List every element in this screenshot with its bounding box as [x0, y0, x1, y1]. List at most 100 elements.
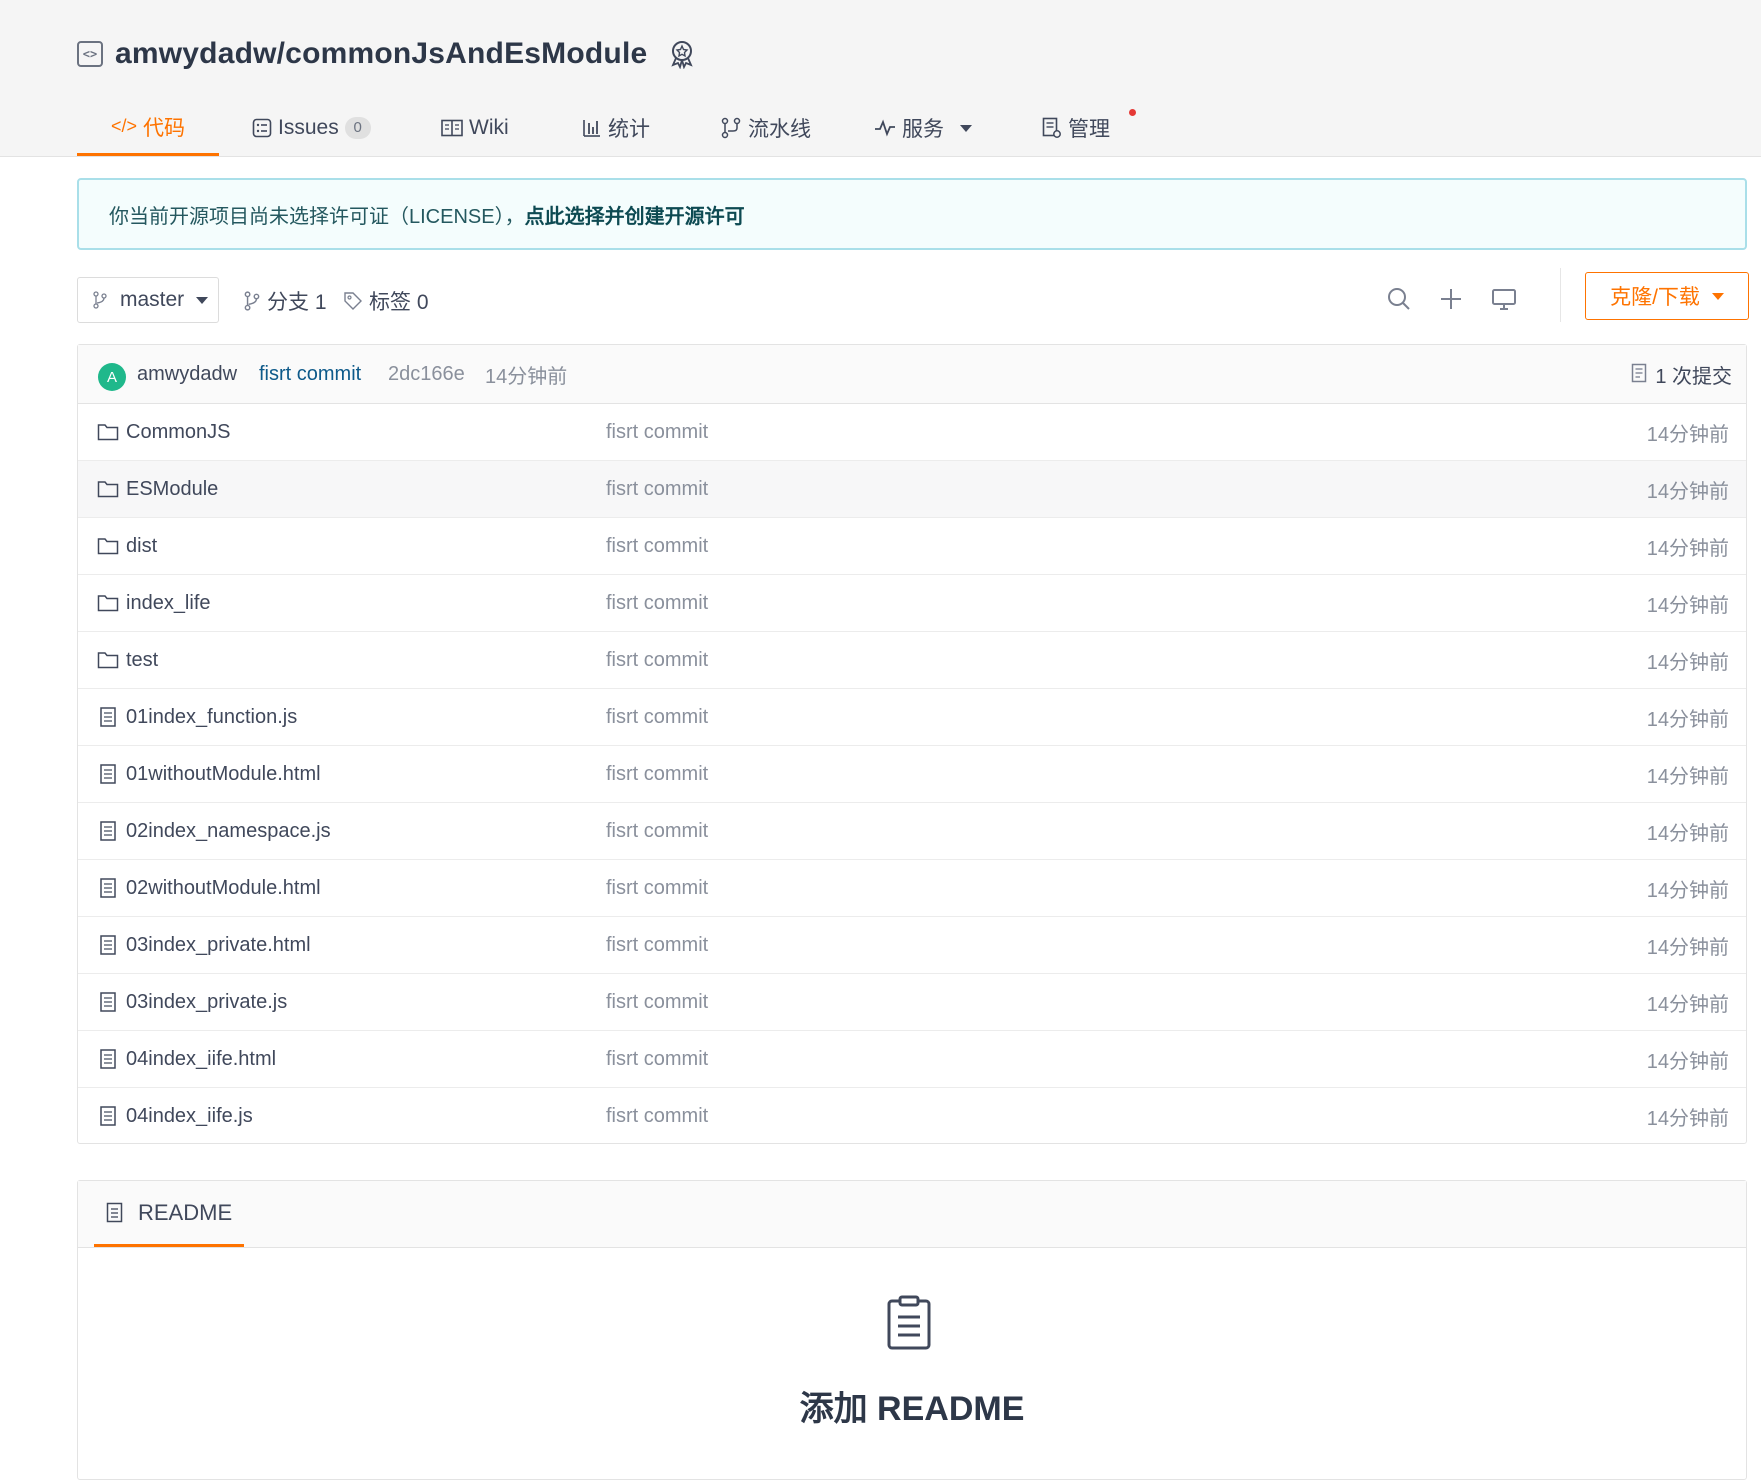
branches-link[interactable]: 分支 1 [243, 286, 327, 316]
file-list-panel: A amwydadw fisrt commit 2dc166e 14分钟前 1 … [77, 344, 1747, 1144]
search-icon[interactable] [1385, 285, 1413, 313]
create-license-link[interactable]: 点此选择并创建开源许可 [525, 200, 745, 229]
add-readme-link[interactable]: 添加 README [78, 1381, 1746, 1430]
file-commit-message-link[interactable]: fisrt commit [606, 1048, 708, 1071]
tab-label: 流水线 [748, 118, 811, 141]
file-name-link[interactable]: 03index_private.js [126, 991, 287, 1014]
repo-name-link[interactable]: amwydadw/commonJsAndEsModule [115, 37, 647, 71]
tab-pipeline[interactable]: 流水线 [720, 100, 811, 156]
repo-title: <> amwydadw/commonJsAndEsModule [77, 36, 697, 72]
tab-manage[interactable]: 管理 [1042, 100, 1110, 156]
file-row[interactable]: 02withoutModule.html fisrt commit 14分钟前 [78, 860, 1746, 917]
file-commit-message-link[interactable]: fisrt commit [606, 478, 708, 501]
file-commit-time: 14分钟前 [1646, 993, 1729, 1016]
file-name-link[interactable]: 01index_function.js [126, 706, 297, 729]
file-row[interactable]: 02index_namespace.js fisrt commit 14分钟前 [78, 803, 1746, 860]
file-commit-time: 14分钟前 [1646, 480, 1729, 503]
file-commit-message-link[interactable]: fisrt commit [606, 934, 708, 957]
file-name-link[interactable]: 03index_private.html [126, 934, 311, 957]
commit-time: 14分钟前 [485, 365, 568, 388]
clone-button-label: 克隆/下载 [1610, 286, 1700, 309]
file-name-link[interactable]: 04index_iife.html [126, 1048, 276, 1071]
file-row[interactable]: 03index_private.html fisrt commit 14分钟前 [78, 917, 1746, 974]
file-row[interactable]: 03index_private.js fisrt commit 14分钟前 [78, 974, 1746, 1031]
tab-label: Wiki [469, 116, 509, 139]
tab-label: 代码 [143, 116, 186, 140]
file-name-link[interactable]: 01withoutModule.html [126, 763, 321, 786]
license-notice: 你当前开源项目尚未选择许可证（LICENSE）， 点此选择并创建开源许可 [77, 178, 1747, 250]
commit-message-link[interactable]: fisrt commit [259, 363, 361, 386]
file-commit-message-link[interactable]: fisrt commit [606, 1105, 708, 1128]
file-row[interactable]: 01withoutModule.html fisrt commit 14分钟前 [78, 746, 1746, 803]
issues-count-badge: 0 [344, 117, 371, 139]
file-icon [100, 992, 116, 1012]
file-row[interactable]: 04index_iife.js fisrt commit 14分钟前 [78, 1088, 1746, 1145]
file-commit-message-link[interactable]: fisrt commit [606, 991, 708, 1014]
commit-author-link[interactable]: amwydadw [137, 363, 237, 386]
file-row[interactable]: dist fisrt commit 14分钟前 [78, 518, 1746, 575]
manage-icon [1042, 117, 1061, 138]
file-row[interactable]: ESModule fisrt commit 14分钟前 [78, 461, 1746, 518]
repo-code-icon: <> [77, 41, 103, 67]
add-icon[interactable] [1437, 285, 1465, 313]
file-name-link[interactable]: CommonJS [126, 421, 230, 444]
file-name-link[interactable]: 02index_namespace.js [126, 820, 331, 843]
pipeline-icon [721, 117, 741, 139]
file-commit-message-link[interactable]: fisrt commit [606, 649, 708, 672]
tab-wiki[interactable]: Wiki [441, 100, 509, 156]
chevron-down-icon [196, 296, 209, 304]
file-commit-message-link[interactable]: fisrt commit [606, 535, 708, 558]
web-ide-icon[interactable] [1490, 285, 1518, 313]
branches-count: 分支 1 [267, 291, 327, 314]
tab-issues[interactable]: Issues 0 [252, 100, 371, 156]
folder-icon [97, 595, 119, 612]
file-commit-time: 14分钟前 [1646, 1050, 1729, 1073]
readme-panel: README 添加 README [77, 1180, 1747, 1480]
readme-document-icon [887, 1295, 931, 1350]
chevron-down-icon [960, 124, 972, 132]
award-badge-icon[interactable] [667, 39, 697, 69]
issues-icon [252, 118, 272, 138]
file-row[interactable]: CommonJS fisrt commit 14分钟前 [78, 404, 1746, 461]
file-name-link[interactable]: dist [126, 535, 157, 558]
tags-link[interactable]: 标签 0 [343, 286, 429, 316]
readme-header: README [78, 1181, 1746, 1248]
file-commit-message-link[interactable]: fisrt commit [606, 877, 708, 900]
file-commit-time: 14分钟前 [1646, 423, 1729, 446]
file-commit-message-link[interactable]: fisrt commit [606, 763, 708, 786]
file-row[interactable]: 01index_function.js fisrt commit 14分钟前 [78, 689, 1746, 746]
file-commit-message-link[interactable]: fisrt commit [606, 706, 708, 729]
commit-count-link[interactable]: 1 次提交 [1631, 360, 1732, 389]
folder-icon [97, 424, 119, 441]
wiki-icon [441, 119, 463, 137]
file-commit-message-link[interactable]: fisrt commit [606, 421, 708, 444]
avatar[interactable]: A [98, 363, 126, 391]
file-commit-time: 14分钟前 [1646, 879, 1729, 902]
tab-services[interactable]: 服务 [874, 100, 972, 156]
tags-count: 标签 0 [369, 291, 429, 314]
tab-stats[interactable]: 统计 [582, 100, 650, 156]
file-commit-message-link[interactable]: fisrt commit [606, 820, 708, 843]
file-icon [100, 878, 116, 898]
file-row[interactable]: test fisrt commit 14分钟前 [78, 632, 1746, 689]
file-name-link[interactable]: test [126, 649, 158, 672]
file-name-link[interactable]: index_life [126, 592, 211, 615]
tab-label: Issues [278, 116, 339, 139]
file-icon [100, 707, 116, 727]
file-name-link[interactable]: 02withoutModule.html [126, 877, 321, 900]
file-row[interactable]: index_life fisrt commit 14分钟前 [78, 575, 1746, 632]
branch-select[interactable]: master [77, 277, 219, 323]
clone-download-button[interactable]: 克隆/下载 [1585, 272, 1749, 320]
file-row[interactable]: 04index_iife.html fisrt commit 14分钟前 [78, 1031, 1746, 1088]
file-name-link[interactable]: ESModule [126, 478, 218, 501]
file-rows: CommonJS fisrt commit 14分钟前 ESModule fisrt c… [78, 404, 1746, 1145]
tab-label: 管理 [1068, 118, 1110, 141]
commit-sha-link[interactable]: 2dc166e [388, 363, 465, 386]
file-name-link[interactable]: 04index_iife.js [126, 1105, 253, 1128]
tab-code[interactable]: </> 代码 [77, 100, 219, 156]
readme-tab[interactable]: README [94, 1181, 245, 1247]
file-commit-message-link[interactable]: fisrt commit [606, 592, 708, 615]
tab-label: 统计 [608, 118, 650, 141]
pulse-icon [875, 119, 895, 137]
license-notice-text: 你当前开源项目尚未选择许可证（LICENSE）， [109, 205, 525, 228]
